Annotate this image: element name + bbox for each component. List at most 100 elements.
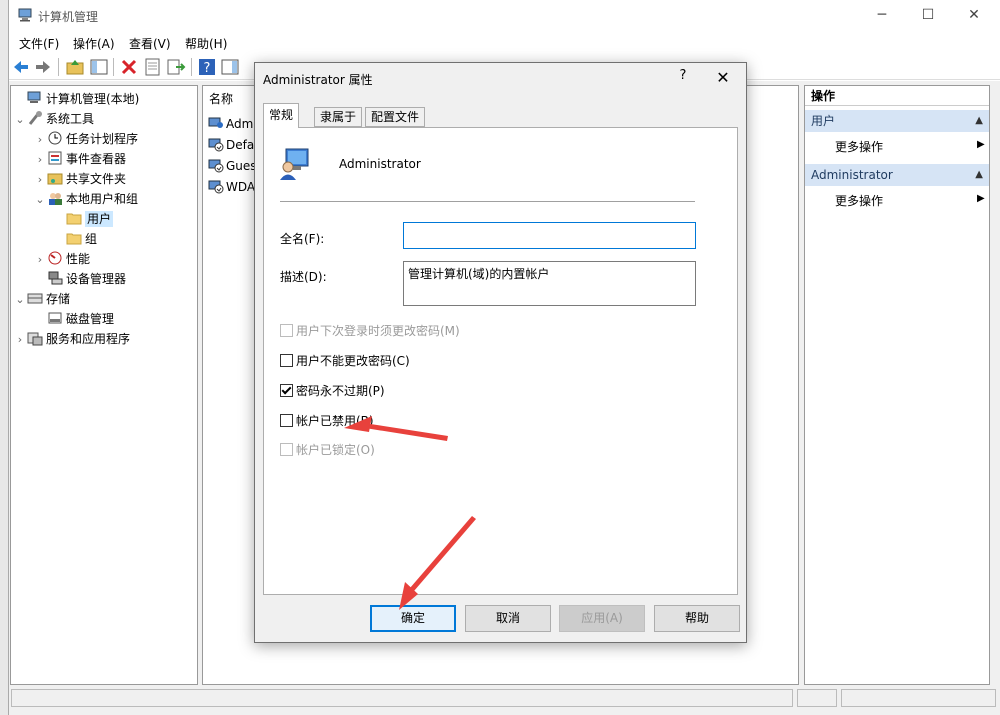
tree-item[interactable]: › 共享文件夹 — [33, 169, 126, 189]
shared-folder-icon — [47, 173, 63, 185]
cannot-change-password-checkbox[interactable]: 用户不能更改密码(C) — [280, 353, 410, 369]
tree-item[interactable]: ⌄ 存储 — [13, 289, 70, 309]
tree-item[interactable]: 组 — [52, 229, 97, 249]
tree-item[interactable]: 磁盘管理 — [33, 309, 114, 329]
up-folder-icon[interactable] — [65, 57, 85, 77]
list-item[interactable]: Admi — [208, 114, 257, 134]
users-icon — [49, 193, 62, 205]
general-tab-page: Administrator 全名(F): 描述(D): 管理计算机(域)的内置帐… — [263, 127, 738, 595]
tree-item[interactable]: 用户 — [52, 209, 114, 229]
collapsed-chevron-icon[interactable]: › — [33, 130, 47, 150]
checkbox-box — [280, 384, 293, 397]
must-change-password-checkbox[interactable]: 用户下次登录时须更改密码(M) — [280, 323, 460, 339]
collapsed-chevron-icon[interactable]: › — [33, 150, 47, 170]
toolbar-separator — [191, 58, 192, 76]
checkbox-label: 帐户已锁定(O) — [296, 443, 375, 457]
section-label: Administrator — [811, 168, 893, 182]
status-bar — [9, 687, 1000, 715]
folder-icon — [66, 213, 82, 225]
tree-item[interactable]: › 性能 — [33, 249, 90, 269]
description-label: 描述(D): — [280, 270, 327, 284]
actions-section-users[interactable]: 用户 ▲ — [805, 110, 989, 132]
forward-icon[interactable] — [33, 57, 53, 77]
tab-general[interactable]: 常规 — [263, 103, 300, 128]
properties-icon[interactable] — [143, 57, 163, 77]
apply-button[interactable]: 应用(A) — [559, 605, 645, 632]
status-segment — [841, 689, 996, 707]
menu-view[interactable]: 查看(V) — [129, 35, 171, 52]
cancel-button[interactable]: 取消 — [465, 605, 551, 632]
ok-button[interactable]: 确定 — [370, 605, 456, 632]
dialog-close-button[interactable]: ✕ — [710, 66, 736, 90]
user-account-icon — [280, 148, 309, 180]
account-locked-checkbox[interactable]: 帐户已锁定(O) — [280, 442, 375, 458]
tree-item[interactable]: ⌄ 本地用户和组 — [33, 189, 138, 209]
toolbar-separator — [58, 58, 59, 76]
expanded-chevron-icon[interactable]: ⌄ — [13, 110, 27, 130]
console-tree: 计算机管理(本地) ⌄ 系统工具 › 任务计划程序 › 事件查看器 › 共享文件夹 ⌄ 本地用户和组… — [10, 85, 198, 685]
show-hide-tree-icon[interactable] — [89, 57, 109, 77]
account-disabled-checkbox[interactable]: 帐户已禁用(B) — [280, 413, 374, 429]
help-icon[interactable]: ? — [197, 57, 217, 77]
more-actions-link[interactable]: 更多操作 — [835, 192, 883, 209]
description-input[interactable]: 管理计算机(域)的内置帐户 — [403, 261, 696, 306]
list-item-label: Gues — [226, 159, 257, 173]
tree-item[interactable]: ⌄ 系统工具 — [13, 109, 94, 129]
expanded-chevron-icon[interactable]: ⌄ — [13, 290, 27, 310]
tree-item-label: 组 — [85, 232, 98, 246]
storage-icon — [27, 293, 43, 304]
tree-item[interactable]: › 事件查看器 — [33, 149, 126, 169]
maximize-button[interactable]: ☐ — [905, 0, 951, 31]
fullname-label: 全名(F): — [280, 232, 325, 246]
tree-item[interactable]: 设备管理器 — [33, 269, 126, 289]
menu-help[interactable]: 帮助(H) — [185, 35, 227, 52]
tab-member-of[interactable]: 隶属于 — [314, 107, 363, 127]
menu-file[interactable]: 文件(F) — [19, 35, 59, 52]
svg-text:?: ? — [204, 61, 211, 76]
fullname-input[interactable] — [403, 222, 696, 249]
tree-item[interactable]: › 服务和应用程序 — [13, 329, 130, 349]
actions-title: 操作 — [805, 86, 989, 106]
folder-icon — [66, 233, 82, 245]
title-bar: 计算机管理 ─ ☐ ✕ — [9, 0, 1000, 31]
menu-bar: 文件(F) 操作(A) 查看(V) 帮助(H) — [9, 32, 1000, 54]
tree-item[interactable]: 计算机管理(本地) — [13, 89, 139, 109]
tab-profile[interactable]: 配置文件 — [365, 107, 426, 127]
tree-item-label: 本地用户和组 — [66, 192, 139, 206]
tools-icon — [28, 111, 42, 125]
checkbox-label: 用户下次登录时须更改密码(M) — [296, 324, 460, 338]
delete-icon[interactable] — [119, 57, 139, 77]
collapsed-chevron-icon[interactable]: › — [33, 250, 47, 270]
list-item[interactable]: Gues — [208, 156, 257, 176]
expanded-chevron-icon[interactable]: ⌄ — [33, 190, 47, 210]
collapsed-chevron-icon[interactable]: › — [13, 330, 27, 350]
actions-section-administrator[interactable]: Administrator ▲ — [805, 164, 989, 186]
more-actions-link[interactable]: 更多操作 — [835, 138, 883, 155]
tree-item[interactable]: › 任务计划程序 — [33, 129, 138, 149]
menu-action[interactable]: 操作(A) — [73, 35, 115, 52]
export-list-icon[interactable] — [166, 57, 186, 77]
toolbar-separator — [113, 58, 114, 76]
minimize-button[interactable]: ─ — [859, 0, 905, 31]
help-button[interactable]: 帮助 — [654, 605, 740, 632]
show-action-pane-icon[interactable] — [220, 57, 240, 77]
collapsed-chevron-icon[interactable]: › — [33, 170, 47, 190]
user-icon — [208, 117, 223, 128]
context-help-button[interactable]: ? — [675, 68, 691, 88]
back-icon[interactable] — [11, 57, 31, 77]
close-window-button[interactable]: ✕ — [951, 0, 997, 31]
disk-icon — [48, 312, 62, 324]
performance-icon — [48, 251, 62, 265]
tree-item-label: 存储 — [46, 292, 71, 306]
password-never-expires-checkbox[interactable]: 密码永不过期(P) — [280, 383, 385, 399]
tree-item-label: 共享文件夹 — [66, 172, 127, 186]
collapse-icon: ▲ — [975, 115, 983, 126]
list-item[interactable]: WDA — [208, 177, 255, 197]
list-item-label: WDA — [226, 180, 256, 194]
checkbox-label: 帐户已禁用(B) — [296, 414, 374, 428]
checkmark-icon — [281, 384, 292, 395]
submenu-arrow-icon: ▶ — [977, 193, 985, 204]
column-header-name[interactable]: 名称 — [209, 90, 233, 107]
status-segment — [797, 689, 837, 707]
separator-line — [280, 201, 695, 202]
